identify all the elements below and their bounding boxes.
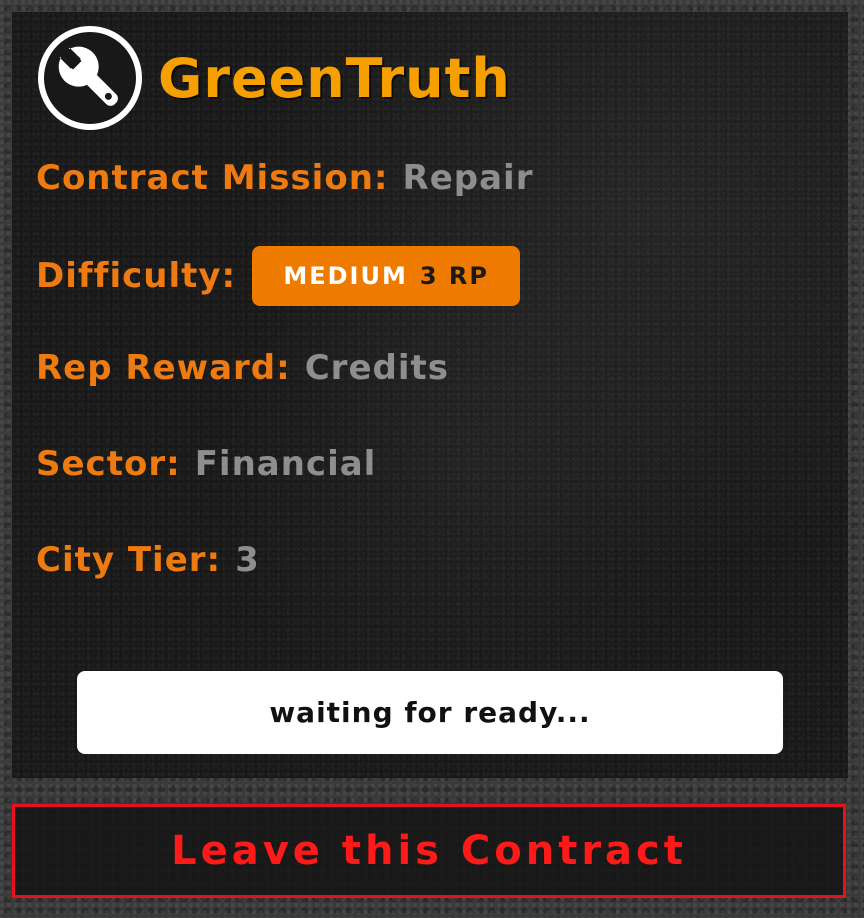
reward-value: Credits bbox=[304, 348, 449, 388]
sector-row: Sector: Financial bbox=[36, 444, 376, 484]
sector-value: Financial bbox=[194, 444, 377, 484]
city-tier-row: City Tier: 3 bbox=[36, 540, 260, 580]
leave-contract-button[interactable]: Leave this Contract bbox=[12, 804, 846, 898]
difficulty-row: Difficulty: MEDIUM 3 RP bbox=[36, 246, 521, 306]
contract-title: GreenTruth bbox=[158, 46, 511, 110]
city-tier-value: 3 bbox=[235, 540, 260, 580]
difficulty-level: MEDIUM bbox=[283, 262, 408, 290]
difficulty-rp: 3 RP bbox=[419, 262, 489, 290]
mission-label: Contract Mission: bbox=[36, 158, 389, 198]
difficulty-label: Difficulty: bbox=[36, 256, 237, 296]
wrench-icon bbox=[38, 26, 142, 130]
reward-label: Rep Reward: bbox=[36, 348, 291, 388]
contract-panel: GreenTruth Contract Mission: Repair Diff… bbox=[12, 12, 848, 778]
mission-row: Contract Mission: Repair bbox=[36, 158, 533, 198]
difficulty-badge: MEDIUM 3 RP bbox=[252, 246, 521, 306]
reward-row: Rep Reward: Credits bbox=[36, 348, 449, 388]
sector-label: Sector: bbox=[36, 444, 181, 484]
contract-header: GreenTruth bbox=[38, 26, 511, 130]
city-tier-label: City Tier: bbox=[36, 540, 222, 580]
ready-button[interactable]: waiting for ready... bbox=[77, 671, 783, 754]
mission-value: Repair bbox=[402, 158, 534, 198]
